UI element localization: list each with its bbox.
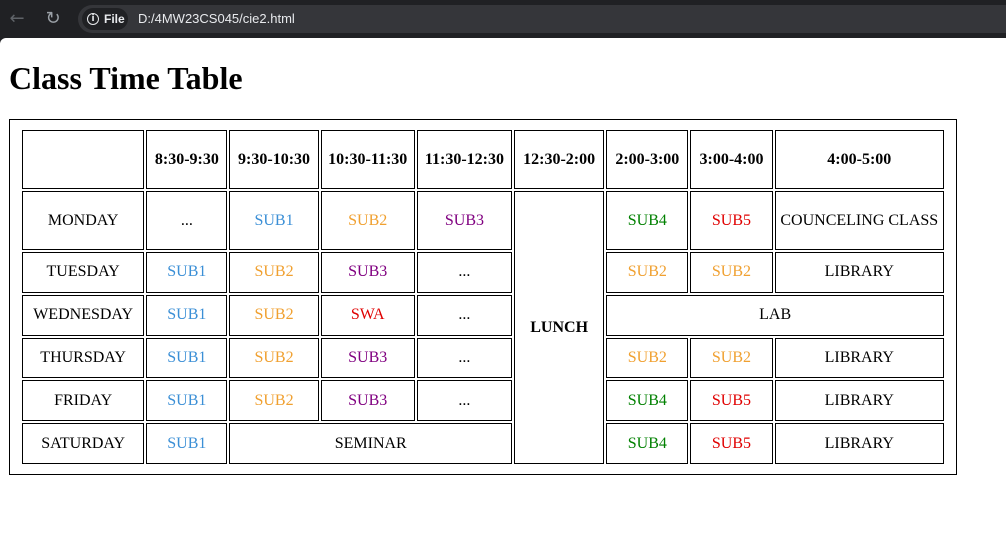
day-cell: THURSDAY: [22, 337, 145, 379]
schedule-cell: SUB2: [690, 252, 773, 293]
schedule-cell: SUB2: [229, 380, 319, 422]
info-icon: i: [87, 13, 99, 25]
schedule-cell: SUB5: [690, 191, 773, 251]
day-cell: TUESDAY: [22, 252, 145, 293]
schedule-cell: ...: [146, 191, 228, 251]
schedule-cell: SUB4: [606, 380, 689, 422]
schedule-cell: SUB1: [146, 423, 228, 464]
header-cell: 12:30-2:00: [514, 130, 605, 189]
browser-toolbar: ← ↻ i File D:/4MW23CS045/cie2.html: [0, 0, 1006, 38]
schedule-cell: SUB2: [606, 337, 689, 379]
day-cell: WEDNESDAY: [22, 294, 145, 336]
address-bar[interactable]: i File D:/4MW23CS045/cie2.html: [78, 5, 1006, 33]
schedule-cell: SEMINAR: [229, 423, 513, 464]
page-viewport: Class Time Table 8:30-9:30 9:30-10:30 10…: [0, 38, 1006, 536]
header-cell: [22, 130, 145, 189]
header-cell: 2:00-3:00: [606, 130, 689, 189]
table-row: MONDAY... SUB1 SUB2 SUB3 LUNCH SUB4 SUB5 COUNCE…: [22, 191, 944, 464]
schedule-cell: SUB1: [229, 191, 319, 251]
schedule-cell: SUB1: [146, 380, 228, 422]
schedule-cell: ...: [416, 252, 513, 293]
schedule-cell: SUB2: [229, 294, 319, 336]
schedule-cell: SUB3: [320, 337, 415, 379]
schedule-cell: SUB2: [606, 252, 689, 293]
site-info-label: File: [104, 12, 125, 26]
header-cell: 11:30-12:30: [416, 130, 513, 189]
schedule-cell: SUB3: [320, 252, 415, 293]
day-cell: FRIDAY: [22, 380, 145, 422]
schedule-cell: SUB2: [690, 337, 773, 379]
header-cell: 10:30-11:30: [320, 130, 415, 189]
schedule-cell: LIBRARY: [774, 252, 944, 293]
table-row: FRIDAY SUB1 SUB2 SUB3... SUB4 SUB5 LIBRARY: [22, 380, 944, 422]
reload-icon[interactable]: ↻: [42, 8, 64, 30]
header-cell: 3:00-4:00: [690, 130, 773, 189]
schedule-cell: COUNCELING CLASS: [774, 191, 944, 251]
schedule-cell: ...: [416, 294, 513, 336]
table-row: SATURDAY SUB1 SEMINAR SUB4 SUB5 LIBRARY: [22, 423, 944, 464]
schedule-cell: SUB4: [606, 191, 689, 251]
header-row: 8:30-9:30 9:30-10:30 10:30-11:30 11:30-1…: [22, 130, 944, 189]
timetable-body: MONDAY... SUB1 SUB2 SUB3 LUNCH SUB4 SUB5 COUNCE…: [22, 191, 944, 464]
header-cell: 8:30-9:30: [146, 130, 228, 189]
timetable: 8:30-9:30 9:30-10:30 10:30-11:30 11:30-1…: [9, 119, 957, 475]
day-cell: SATURDAY: [22, 423, 145, 464]
schedule-cell: SUB2: [229, 252, 319, 293]
table-row: WEDNESDAY SUB1 SUB2 SWA... LAB: [22, 294, 944, 336]
schedule-cell: LIBRARY: [774, 423, 944, 464]
schedule-cell: SUB1: [146, 294, 228, 336]
schedule-cell: SUB2: [229, 337, 319, 379]
day-cell: MONDAY: [22, 191, 145, 251]
schedule-cell: LAB: [606, 294, 944, 336]
schedule-cell: SUB3: [416, 191, 513, 251]
table-row: THURSDAY SUB1 SUB2 SUB3... SUB2 SUB2 LIBRARY: [22, 337, 944, 379]
schedule-cell: SUB1: [146, 337, 228, 379]
table-row: TUESDAY SUB1 SUB2 SUB3... SUB2 SUB2 LIBRARY: [22, 252, 944, 293]
schedule-cell: SWA: [320, 294, 415, 336]
schedule-cell: SUB3: [320, 380, 415, 422]
schedule-cell: SUB1: [146, 252, 228, 293]
schedule-cell: LIBRARY: [774, 337, 944, 379]
site-info-button[interactable]: i File: [82, 8, 128, 30]
schedule-cell: ...: [416, 337, 513, 379]
schedule-cell: SUB5: [690, 380, 773, 422]
schedule-cell: SUB4: [606, 423, 689, 464]
url-text[interactable]: D:/4MW23CS045/cie2.html: [138, 11, 295, 26]
page-title: Class Time Table: [9, 60, 243, 96]
schedule-cell: ...: [416, 380, 513, 422]
header-cell: 9:30-10:30: [229, 130, 319, 189]
back-arrow-icon[interactable]: ←: [6, 8, 28, 30]
lunch-cell: LUNCH: [514, 191, 605, 464]
header-cell: 4:00-5:00: [774, 130, 944, 189]
schedule-cell: SUB2: [320, 191, 415, 251]
schedule-cell: SUB5: [690, 423, 773, 464]
schedule-cell: LIBRARY: [774, 380, 944, 422]
